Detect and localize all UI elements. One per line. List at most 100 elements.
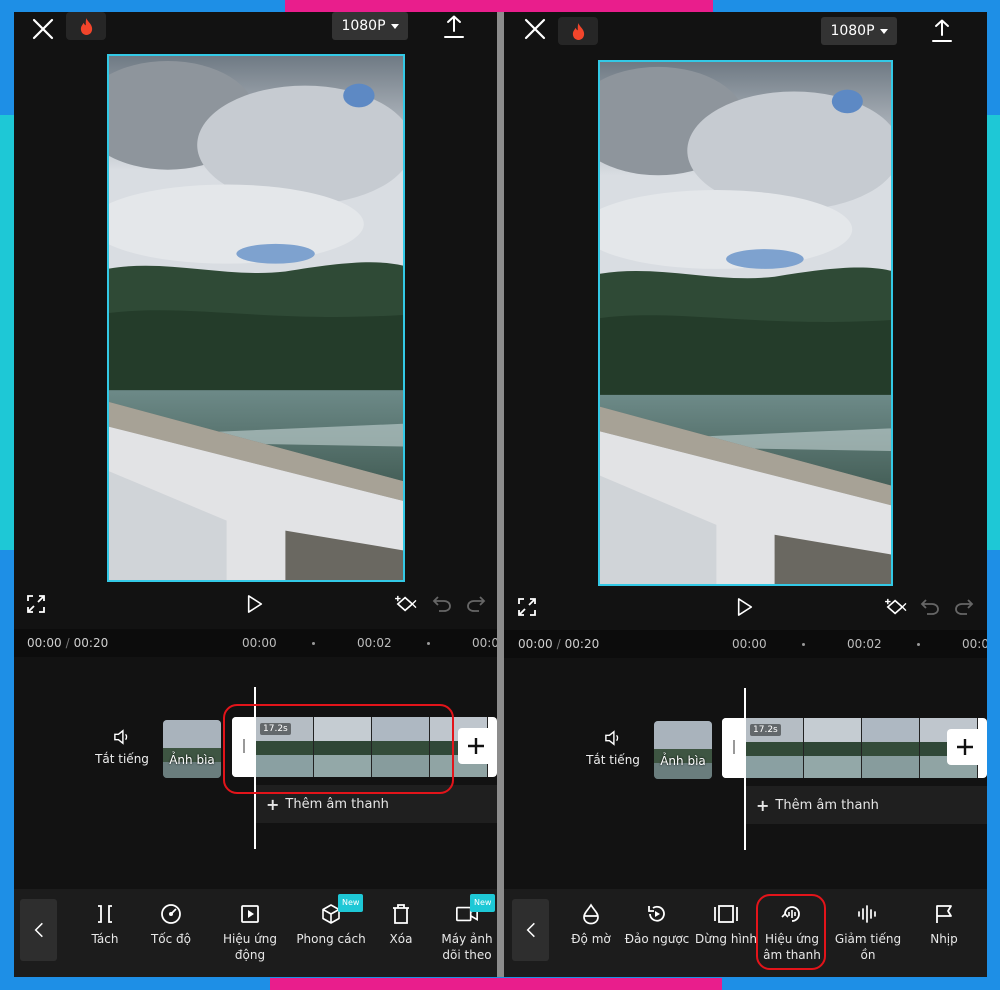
- tool-delete[interactable]: Xóa: [378, 903, 424, 947]
- chevron-left-icon: [34, 922, 43, 938]
- tool-label: Độ mờ: [571, 932, 611, 946]
- fullscreen-icon[interactable]: [26, 594, 46, 618]
- ruler-dot: [312, 642, 315, 645]
- new-badge: New: [338, 894, 364, 912]
- tool-noise-reduction[interactable]: Giảm tiếng ồn: [826, 903, 910, 963]
- redo-icon[interactable]: [954, 597, 974, 619]
- highlight-annotation: [756, 894, 826, 970]
- reverse-icon: [624, 903, 690, 929]
- ruler-dot: [802, 643, 805, 646]
- cover-image-button[interactable]: Ảnh bìa: [654, 721, 712, 779]
- video-preview[interactable]: [107, 54, 405, 582]
- flag-icon: [922, 903, 966, 929]
- resolution-dropdown[interactable]: 1080P: [821, 17, 897, 45]
- export-icon[interactable]: [930, 18, 954, 44]
- plus-icon: +: [756, 795, 770, 815]
- tool-label: Nhịp: [930, 932, 958, 946]
- playhead[interactable]: [744, 688, 746, 850]
- tool-label: dõi theo: [442, 948, 492, 962]
- redo-icon[interactable]: [466, 594, 486, 616]
- back-button[interactable]: [20, 899, 57, 961]
- top-bar: 1080P: [14, 12, 497, 48]
- playback-controls: [14, 594, 497, 624]
- tool-label: Hiệu ứng động: [223, 932, 277, 962]
- tool-label: Đảo ngược: [624, 932, 690, 946]
- ruler-tick: 00:02: [847, 637, 882, 651]
- panel-divider: [497, 12, 504, 977]
- bottom-toolbar: Độ mờ Đảo ngược Dừng hình Hiệu ứng âm th…: [504, 889, 987, 977]
- play-icon[interactable]: [246, 594, 264, 618]
- editor-screen-right: 1080P 00:00 / 00:20 00:00 00:02 00:0 Tắt…: [504, 12, 987, 977]
- highlight-annotation: [223, 704, 454, 794]
- tool-camera-tracking[interactable]: New Máy ảnh dõi theo: [438, 894, 496, 963]
- flame-icon[interactable]: [66, 12, 106, 40]
- export-icon[interactable]: [442, 14, 466, 40]
- tool-speed[interactable]: Tốc độ: [146, 903, 196, 947]
- video-frame: [109, 56, 403, 580]
- tool-animation[interactable]: Hiệu ứng động: [208, 903, 292, 963]
- fullscreen-icon[interactable]: [517, 597, 537, 621]
- cover-label: Ảnh bìa: [660, 754, 706, 768]
- ruler-dot: [917, 643, 920, 646]
- tool-label: Dừng hình: [694, 932, 758, 946]
- time-display: 00:00/00:20: [27, 636, 109, 650]
- split-icon: [80, 903, 130, 929]
- tool-split[interactable]: Tách: [80, 903, 130, 947]
- trash-icon: [378, 903, 424, 929]
- keyframe-icon[interactable]: [884, 597, 908, 621]
- video-frame: [600, 62, 891, 584]
- top-bar: 1080P: [504, 12, 987, 48]
- frame-strip-right: [987, 115, 1000, 550]
- waveform-icon: [826, 903, 910, 929]
- back-button[interactable]: [512, 899, 549, 961]
- droplet-icon: [566, 903, 616, 929]
- playback-controls: [504, 597, 987, 627]
- add-clip-button[interactable]: [458, 728, 494, 764]
- mute-label: Tắt tiếng: [586, 753, 640, 767]
- add-audio-label: Thêm âm thanh: [285, 796, 389, 812]
- add-audio-button[interactable]: + Thêm âm thanh: [746, 786, 987, 824]
- tool-freeze-frame[interactable]: Dừng hình: [694, 903, 758, 947]
- tool-label: Xóa: [389, 932, 413, 946]
- time-ruler: 00:00/00:20 00:00 00:02 00:04: [14, 629, 497, 657]
- ruler-tick: 00:02: [357, 636, 392, 650]
- cover-image-button[interactable]: Ảnh bìa: [163, 720, 221, 778]
- timeline-area[interactable]: Tắt tiếng Ảnh bìa 17.2s + Thêm âm thanh: [504, 658, 987, 916]
- play-icon[interactable]: [736, 597, 754, 621]
- plus-icon: +: [266, 794, 280, 814]
- tool-label: Máy ảnh: [441, 932, 493, 946]
- add-clip-button[interactable]: [947, 729, 983, 765]
- mute-audio-button[interactable]: Tắt tiếng: [87, 729, 157, 766]
- ruler-dot: [427, 642, 430, 645]
- freeze-frame-icon: [694, 903, 758, 929]
- frame-strip-top: [285, 0, 713, 12]
- video-preview[interactable]: [598, 60, 893, 586]
- caret-down-icon: [390, 23, 399, 29]
- undo-icon[interactable]: [432, 594, 452, 616]
- mute-label: Tắt tiếng: [95, 752, 149, 766]
- tool-beat[interactable]: Nhịp: [922, 903, 966, 947]
- resolution-dropdown[interactable]: 1080P: [332, 12, 408, 40]
- ruler-tick: 00:04: [962, 637, 987, 651]
- resolution-value: 1080P: [341, 18, 386, 34]
- close-icon[interactable]: [522, 16, 548, 42]
- tool-style[interactable]: New Phong cách: [296, 894, 366, 947]
- mute-audio-button[interactable]: Tắt tiếng: [578, 730, 648, 767]
- close-icon[interactable]: [30, 16, 56, 42]
- tool-label: Tách: [91, 932, 119, 946]
- clip-duration: 17.2s: [750, 724, 781, 736]
- keyframe-icon[interactable]: [394, 594, 418, 618]
- flame-icon[interactable]: [558, 17, 598, 45]
- frame-strip-left: [0, 115, 14, 550]
- bottom-toolbar: Tách Tốc độ Hiệu ứng động New Phong cách…: [14, 889, 497, 977]
- ruler-tick: 00:00: [732, 637, 767, 651]
- tool-opacity[interactable]: Độ mờ: [566, 903, 616, 947]
- tool-reverse[interactable]: Đảo ngược: [624, 903, 690, 947]
- undo-icon[interactable]: [920, 597, 940, 619]
- time-ruler: 00:00/00:20 00:00 00:02 00:04: [504, 630, 987, 658]
- tool-label: Tốc độ: [150, 932, 192, 946]
- add-audio-label: Thêm âm thanh: [775, 797, 879, 813]
- clip-trim-handle[interactable]: [722, 718, 746, 778]
- plus-icon: [957, 739, 973, 755]
- speed-icon: [146, 903, 196, 929]
